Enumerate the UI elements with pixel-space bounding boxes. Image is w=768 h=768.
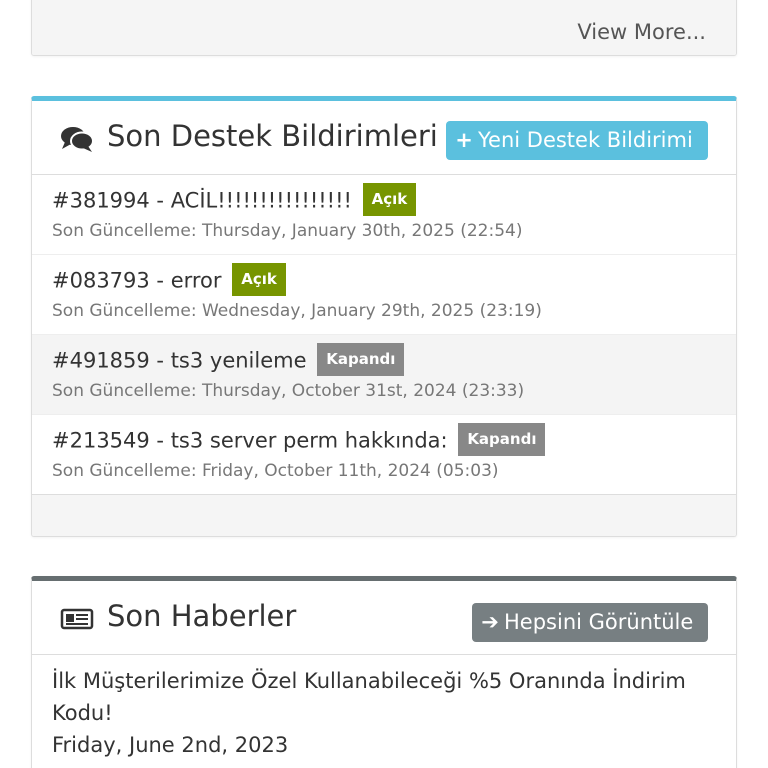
support-tickets-panel: Son Destek Bildirimleri + Yeni Destek Bil… [31, 96, 737, 537]
plus-icon: + [455, 128, 473, 152]
news-item-date: Friday, June 2nd, 2023 [52, 733, 289, 757]
arrow-right-icon: ➔ [481, 610, 499, 634]
ticket-row[interactable]: #381994 - ACİL!!!!!!!!!!!!!!!! Açık Son … [32, 175, 736, 255]
ticket-last-updated: Son Güncelleme: Thursday, January 30th, … [52, 221, 523, 241]
new-ticket-button-label: Yeni Destek Bildirimi [478, 128, 693, 152]
ticket-title: #083793 - error [52, 268, 222, 293]
ticket-last-updated: Son Güncelleme: Friday, October 11th, 20… [52, 461, 499, 481]
ticket-title-line: #491859 - ts3 yenileme Kapandı [52, 343, 405, 378]
new-ticket-button[interactable]: + Yeni Destek Bildirimi [446, 121, 708, 160]
status-badge: Açık [232, 263, 286, 296]
comments-icon [60, 125, 94, 153]
ticket-title-line: #083793 - error Açık [52, 263, 286, 298]
ticket-last-updated: Son Güncelleme: Thursday, October 31st, … [52, 381, 525, 401]
support-tickets-title: Son Destek Bildirimleri [107, 119, 438, 153]
previous-panel: View More... [31, 0, 737, 56]
newspaper-icon [60, 605, 94, 633]
ticket-title: #213549 - ts3 server perm hakkında: [52, 428, 448, 453]
ticket-row[interactable]: #491859 - ts3 yenileme Kapandı Son Günce… [32, 335, 736, 415]
support-tickets-footer [32, 494, 736, 536]
ticket-row[interactable]: #083793 - error Açık Son Güncelleme: Wed… [32, 255, 736, 335]
previous-panel-footer: View More... [32, 0, 736, 55]
ticket-title: #381994 - ACİL!!!!!!!!!!!!!!!! [52, 188, 352, 213]
view-all-news-button-label: Hepsini Görüntüle [504, 610, 694, 634]
news-panel: Son Haberler ➔ Hepsini Görüntüle İlk Müşt… [31, 576, 737, 768]
status-badge: Açık [362, 183, 417, 216]
news-item-title: İlk Müşterilerimize Özel Kullanabileceği… [52, 669, 686, 725]
news-title: Son Haberler [107, 599, 297, 633]
ticket-title-line: #213549 - ts3 server perm hakkında: Kapa… [52, 423, 546, 458]
status-badge: Kapandı [317, 343, 405, 376]
news-heading: Son Haberler ➔ Hepsini Görüntüle [32, 581, 736, 655]
ticket-last-updated: Son Güncelleme: Wednesday, January 29th,… [52, 301, 542, 321]
support-tickets-heading: Son Destek Bildirimleri + Yeni Destek Bil… [32, 101, 736, 175]
news-item[interactable]: İlk Müşterilerimize Özel Kullanabileceği… [32, 655, 736, 768]
status-badge: Kapandı [458, 423, 546, 456]
ticket-title-line: #381994 - ACİL!!!!!!!!!!!!!!!! Açık [52, 183, 417, 218]
view-all-news-button[interactable]: ➔ Hepsini Görüntüle [472, 603, 708, 642]
view-more-link[interactable]: View More... [577, 20, 706, 44]
ticket-row[interactable]: #213549 - ts3 server perm hakkında: Kapa… [32, 415, 736, 495]
ticket-title: #491859 - ts3 yenileme [52, 348, 307, 373]
